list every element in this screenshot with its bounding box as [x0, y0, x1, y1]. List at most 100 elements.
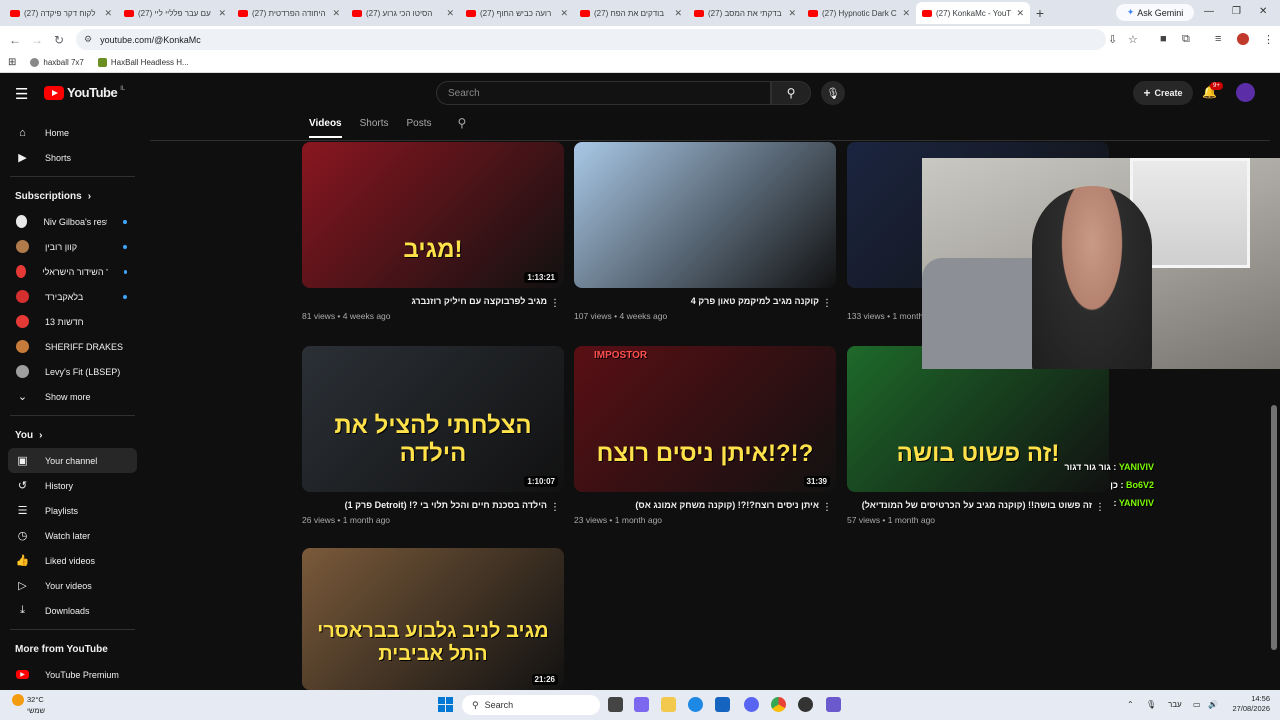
forward-icon[interactable]: → [26, 33, 48, 47]
sidebar-item-like[interactable]: 👍 Liked videos [0, 548, 145, 573]
subscription-item[interactable]: בלאקבירד [0, 284, 145, 309]
volume-icon[interactable]: 🔊 [1208, 700, 1218, 709]
more-actions-icon[interactable]: ⋮ [822, 298, 832, 309]
create-button[interactable]: + Create [1133, 81, 1193, 105]
sidebar-item-your-videos[interactable]: ▷ Your videos [0, 573, 145, 598]
subscription-item[interactable]: חדשות 13 [0, 309, 145, 334]
more-actions-icon[interactable]: ⋮ [550, 502, 560, 513]
store-icon[interactable] [715, 697, 730, 712]
close-tab-icon[interactable]: ✕ [104, 8, 112, 19]
discord-icon[interactable] [744, 697, 759, 712]
sidebar-item-playlists[interactable]: ☰ Playlists [0, 498, 145, 523]
close-window-icon[interactable]: ✕ [1259, 6, 1267, 17]
video-card[interactable]: IMPOSTOR איתן ניסים רוצח!?!? 31:39 איתן ניס… [574, 346, 836, 525]
subscription-item[interactable]: Levy's Fit (LBSEP) [0, 359, 145, 384]
ask-gemini-button[interactable]: ✦ Ask Gemini [1116, 4, 1194, 21]
site-info-icon[interactable]: ⚙ [84, 34, 92, 45]
video-title[interactable]: מגיב לפרבוקצה עם חיליק רוזנברג [302, 296, 547, 306]
video-thumbnail[interactable]: IMPOSTOR איתן ניסים רוצח!?!? 31:39 [574, 346, 836, 492]
close-tab-icon[interactable]: ✕ [674, 8, 682, 19]
sidebar-item-premium[interactable]: ▶ YouTube Premium [0, 662, 145, 687]
task-view-icon[interactable] [608, 697, 623, 712]
subscription-item[interactable]: קוון רובין [0, 234, 145, 259]
close-tab-icon[interactable]: ✕ [788, 8, 796, 19]
tab-videos[interactable]: Videos [309, 118, 342, 138]
subscription-item[interactable]: איגוד השידור הישראלי [0, 259, 145, 284]
language-indicator[interactable]: עבר [1168, 700, 1182, 709]
avatar[interactable] [1236, 83, 1255, 102]
install-icon[interactable]: ⇩ [1108, 33, 1117, 46]
sidebar-item-download[interactable]: ⤓ Downloads [0, 598, 145, 623]
subscription-item[interactable]: SHERIFF DRAKES [0, 334, 145, 359]
profile-avatar[interactable] [1237, 33, 1249, 45]
scrollbar[interactable] [1271, 405, 1277, 650]
sidebar-item-home[interactable]: ⌂ Home [0, 120, 145, 145]
edge-icon[interactable] [688, 697, 703, 712]
sidebar-item-watch-later[interactable]: ◷ Watch later [0, 523, 145, 548]
close-tab-icon[interactable]: ✕ [218, 8, 226, 19]
browser-tab[interactable]: (27) רועה כביש החוף ✕ [460, 2, 574, 24]
video-title[interactable]: קוקנה מגיב למיקמק טאון פרק 4 [574, 296, 819, 306]
browser-tab[interactable]: (27) היחודה הפרדטית ✕ [232, 2, 346, 24]
search-button[interactable]: ⚲ [771, 81, 811, 105]
video-thumbnail[interactable]: הצלחתי להציל את הילדה 1:10:07 [302, 346, 564, 492]
video-card[interactable]: הצלחתי להציל את הילדה 1:10:07 הילדה בסכנת … [302, 346, 564, 525]
puzzle-icon[interactable]: ⧉ [1182, 33, 1190, 46]
tray-chevron-icon[interactable]: ⌃ [1127, 700, 1134, 709]
search-input[interactable]: Search [436, 81, 771, 105]
tray-mic-icon[interactable]: 🎙 [1146, 700, 1156, 709]
video-title[interactable]: איתן ניסים רוצח?!?! (קוקנה משחק אמונג אס… [574, 500, 819, 510]
new-tab-button[interactable]: + [1030, 5, 1050, 21]
media-icon[interactable]: ≡ [1215, 33, 1221, 45]
clock[interactable]: 14:56 27/08/2026 [1226, 694, 1270, 714]
network-icon[interactable]: ▭ [1193, 700, 1201, 709]
more-actions-icon[interactable]: ⋮ [822, 502, 832, 513]
url-bar[interactable]: ⚙ youtube.com/@KonkaMc [76, 29, 1106, 50]
show-more-button[interactable]: ⌄ Show more [0, 384, 145, 409]
video-thumbnail[interactable] [574, 142, 836, 288]
menu-icon[interactable]: ⋮ [1263, 33, 1274, 46]
browser-tab[interactable]: (27) הסיטו הכי גרוע ✕ [346, 2, 460, 24]
close-tab-icon[interactable]: ✕ [902, 8, 910, 19]
subscriptions-header[interactable]: Subscriptions › [0, 183, 145, 209]
menu-hamburger-icon[interactable]: ☰ [15, 85, 28, 103]
windows-start-icon[interactable] [438, 697, 453, 712]
subscription-item[interactable]: Niv Gilboa's rest... [0, 209, 145, 234]
reload-icon[interactable]: ↻ [48, 33, 70, 47]
video-thumbnail[interactable]: מגיב לניב גלבוע בבראסרי התל אביבית 21:26 [302, 548, 564, 690]
close-tab-icon[interactable]: ✕ [560, 8, 568, 19]
video-title[interactable]: הילדה בסכנת חיים והכל תלוי בי ?! (Detroi… [302, 500, 547, 510]
chrome-icon[interactable] [771, 697, 786, 712]
browser-tab[interactable]: (27) KonkaMc - YouT ✕ [916, 2, 1030, 24]
video-thumbnail[interactable]: מגיב! 1:13:21 [302, 142, 564, 288]
minimize-icon[interactable]: — [1204, 6, 1214, 17]
sidebar-item-channel[interactable]: ▣ Your channel [8, 448, 137, 473]
sidebar-item-history[interactable]: ↺ History [0, 473, 145, 498]
close-tab-icon[interactable]: ✕ [332, 8, 340, 19]
browser-tab[interactable]: (27) לקוח דקר פיקדה ✕ [4, 2, 118, 24]
browser-tab[interactable]: (27) Hypnotic Dark C ✕ [802, 2, 916, 24]
close-tab-icon[interactable]: ✕ [446, 8, 454, 19]
bookmark-item[interactable]: haxball 7x7 [30, 58, 84, 67]
app-icon[interactable] [826, 697, 841, 712]
teams-icon[interactable] [634, 697, 649, 712]
maximize-icon[interactable]: ❐ [1232, 6, 1241, 17]
weather-widget[interactable]: 32°C שמשי [12, 694, 45, 716]
video-card[interactable]: מגיב לניב גלבוע בבראסרי התל אביבית 21:26 [302, 548, 564, 690]
youtube-logo[interactable]: YouTube IL [44, 85, 125, 100]
bookmark-star-icon[interactable]: ☆ [1128, 33, 1138, 46]
tab-posts[interactable]: Posts [407, 118, 432, 138]
video-card[interactable]: קוקנה מגיב למיקמק טאון פרק 4 107 views • … [574, 142, 836, 321]
voice-search-button[interactable]: 🎙 [821, 81, 845, 105]
browser-tab[interactable]: (27) עם עבר פלליי ליי ✕ [118, 2, 232, 24]
back-icon[interactable]: ← [4, 33, 26, 47]
browser-tab[interactable]: (27) בדקתי את המסב ✕ [688, 2, 802, 24]
browser-tab[interactable]: (27) בודקים את הפח ✕ [574, 2, 688, 24]
close-tab-icon[interactable]: ✕ [1016, 8, 1024, 19]
video-card[interactable]: מגיב! 1:13:21 מגיב לפרבוקצה עם חיליק רוזנב… [302, 142, 564, 321]
obs-icon[interactable] [798, 697, 813, 712]
taskbar-search[interactable]: ⚲ Search [462, 695, 600, 715]
channel-search-icon[interactable]: ⚲ [458, 116, 467, 138]
extension-icon[interactable]: ■ [1160, 33, 1167, 45]
tab-shorts[interactable]: Shorts [360, 118, 389, 138]
